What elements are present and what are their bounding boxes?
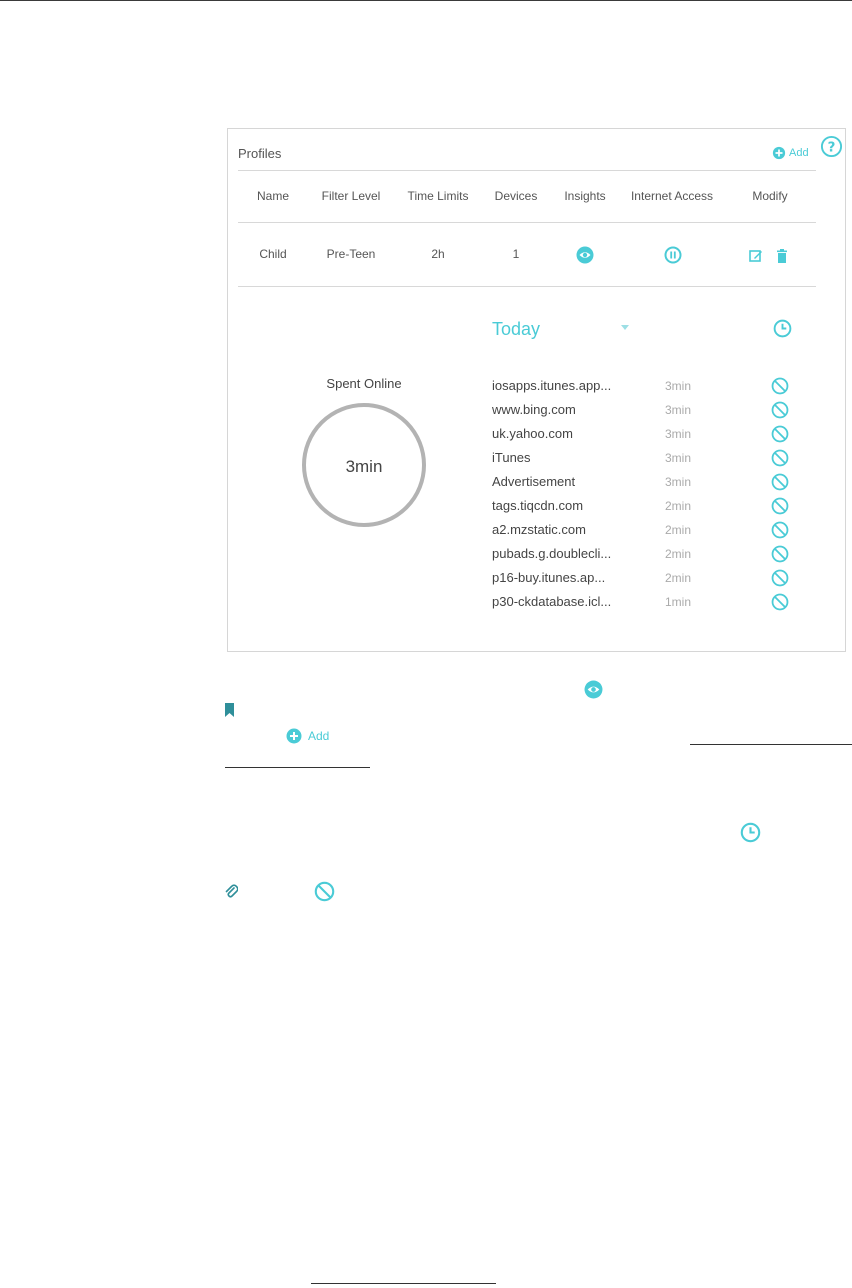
column-header-modify: Modify — [752, 189, 788, 203]
site-name: a2.mzstatic.com — [492, 522, 586, 537]
add-profile-label: Add — [789, 147, 809, 159]
row-divider-top — [238, 222, 816, 223]
block-icon[interactable] — [771, 425, 789, 443]
row-divider-bottom — [238, 286, 816, 287]
profile-time-limits: 2h — [431, 247, 445, 261]
trash-icon[interactable] — [776, 249, 788, 263]
profile-name: Child — [259, 247, 287, 261]
site-duration: 3min — [665, 427, 692, 441]
site-duration: 1min — [665, 595, 692, 609]
site-name: Advertisement — [492, 474, 576, 489]
link-underline[interactable] — [311, 1283, 496, 1284]
block-icon[interactable] — [771, 449, 789, 467]
site-name: uk.yahoo.com — [492, 426, 573, 441]
block-icon[interactable] — [771, 401, 789, 419]
column-header-internet-access: Internet Access — [630, 189, 714, 203]
site-name: p16-buy.itunes.ap... — [492, 570, 606, 585]
history-clock-icon[interactable] — [773, 319, 792, 338]
top-divider — [0, 0, 852, 1]
bookmark-icon — [225, 703, 234, 717]
period-selector[interactable]: Today — [492, 319, 540, 340]
block-icon[interactable] — [771, 545, 789, 563]
plus-circle-icon — [286, 728, 302, 744]
site-name: p30-ckdatabase.icl... — [492, 594, 612, 609]
site-name: www.bing.com — [492, 402, 576, 417]
block-icon[interactable] — [771, 521, 789, 539]
eye-icon — [584, 680, 603, 699]
clock-icon — [740, 822, 761, 843]
column-header-filter-level: Filter Level — [321, 189, 381, 203]
site-duration: 3min — [665, 475, 692, 489]
profile-devices: 1 — [512, 247, 520, 261]
header-divider — [238, 170, 816, 171]
chevron-down-icon[interactable] — [621, 325, 629, 330]
column-header-devices: Devices — [494, 189, 538, 203]
site-duration: 2min — [665, 547, 692, 561]
site-duration: 3min — [665, 379, 692, 393]
site-name: iosapps.itunes.app... — [492, 378, 612, 393]
svg-text:?: ? — [828, 140, 836, 155]
column-header-insights: Insights — [564, 189, 606, 203]
site-duration: 2min — [665, 571, 692, 585]
paperclip-icon — [225, 884, 238, 898]
column-header-name: Name — [256, 189, 290, 203]
column-header-time-limits: Time Limits — [407, 189, 469, 203]
site-name: pubads.g.doublecli... — [492, 546, 612, 561]
block-icon[interactable] — [771, 497, 789, 515]
help-icon[interactable]: ? — [820, 135, 843, 158]
spent-online-value: 3min — [345, 457, 383, 476]
site-duration: 3min — [665, 403, 692, 417]
block-icon[interactable] — [771, 473, 789, 491]
inline-add-reference: Add — [286, 728, 329, 744]
site-name: iTunes — [492, 450, 531, 465]
add-profile-button[interactable]: Add — [772, 146, 809, 160]
block-icon — [314, 881, 335, 902]
spent-online-label: Spent Online — [326, 376, 402, 391]
site-duration: 2min — [665, 523, 692, 537]
site-duration: 2min — [665, 499, 692, 513]
block-icon[interactable] — [771, 377, 789, 395]
pause-icon[interactable] — [664, 246, 682, 264]
eye-icon[interactable] — [576, 246, 594, 264]
link-underline[interactable] — [690, 744, 852, 745]
block-icon[interactable] — [771, 569, 789, 587]
plus-circle-icon — [772, 146, 786, 160]
edit-icon[interactable] — [749, 249, 763, 263]
profile-filter-level: Pre-Teen — [326, 247, 376, 261]
site-duration: 3min — [665, 451, 692, 465]
block-icon[interactable] — [771, 593, 789, 611]
profiles-title: Profiles — [238, 146, 282, 161]
site-name: tags.tiqcdn.com — [492, 498, 584, 513]
inline-add-label: Add — [308, 729, 330, 743]
link-underline[interactable] — [225, 767, 370, 768]
